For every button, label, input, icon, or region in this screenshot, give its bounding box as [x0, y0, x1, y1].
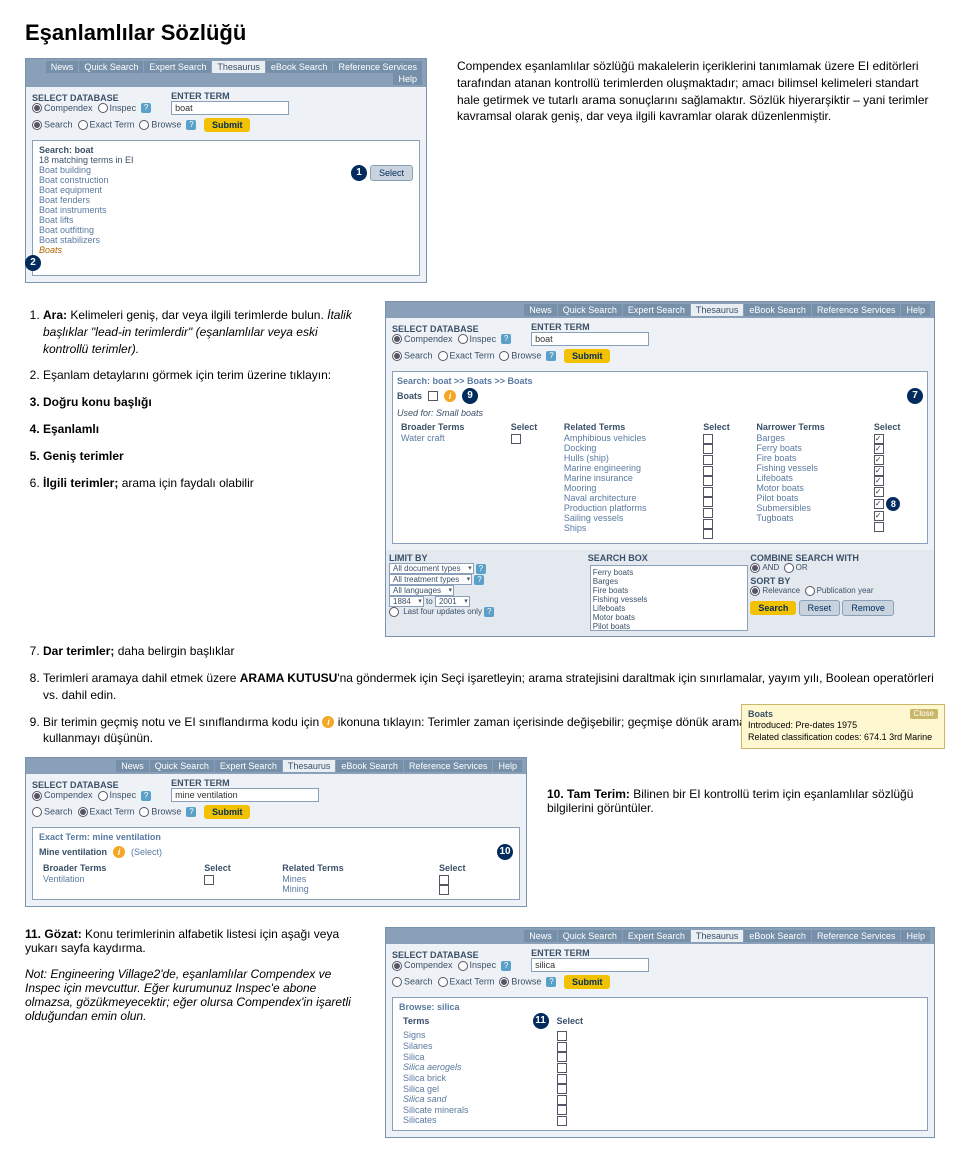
search-header: Search: boat — [39, 145, 94, 155]
remove-button[interactable]: Remove — [842, 600, 894, 616]
treatment-select[interactable]: All treatment types — [389, 574, 472, 585]
list-item: Ara: Kelimeleri geniş, dar veya ilgili t… — [43, 307, 365, 357]
result-item[interactable]: Boat instruments — [39, 205, 109, 215]
radio-inspec[interactable] — [98, 103, 108, 113]
radio-compendex[interactable] — [32, 103, 42, 113]
doc-type-select[interactable]: All document types — [389, 563, 474, 574]
search-button[interactable]: Search — [750, 601, 796, 615]
nav-thesaurus[interactable]: Thesaurus — [212, 61, 265, 73]
lang-select[interactable]: All languages — [389, 585, 454, 596]
close-button[interactable]: Close — [910, 709, 938, 719]
search-header: Search: boat >> Boats >> Boats — [397, 376, 923, 386]
callout-8: 8 — [886, 497, 900, 511]
info-icon[interactable]: i — [113, 846, 125, 858]
item-11-text: 11. Gözat: Konu terimlerinin alfabetik l… — [25, 927, 365, 955]
result-item[interactable]: Boat equipment — [39, 185, 109, 195]
reset-button[interactable]: Reset — [799, 600, 841, 616]
screenshot-2: NewsQuick SearchExpert SearchThesauruseB… — [385, 301, 935, 637]
callout-7: 7 — [907, 388, 923, 404]
enter-term-label: ENTER TERM — [171, 91, 289, 101]
radio-search[interactable] — [32, 120, 42, 130]
search-box[interactable]: Ferry boats Barges Fire boats Fishing ve… — [590, 565, 749, 631]
nav-help[interactable]: Help — [393, 73, 422, 85]
result-item[interactable]: Boat lifts — [39, 215, 109, 225]
instruction-list-2: Dar terimler; daha belirgin başlıklar Te… — [25, 643, 935, 747]
submit-button[interactable]: Submit — [204, 118, 251, 132]
callout-2: 2 — [25, 255, 41, 271]
results-list: Search: boat 18 matching terms in EI Boa… — [32, 140, 420, 276]
result-item[interactable]: Boat fenders — [39, 195, 109, 205]
list-item: Dar terimler; daha belirgin başlıklar — [43, 643, 935, 660]
item-10-text: 10. Tam Terim: Bilinen bir EI kontrollü … — [547, 787, 935, 815]
nav-ebook[interactable]: eBook Search — [266, 61, 333, 73]
term-input[interactable]: boat — [171, 101, 289, 115]
nav-news[interactable]: News — [46, 61, 79, 73]
term-input[interactable]: boat — [531, 332, 649, 346]
instruction-list: Ara: Kelimeleri geniş, dar veya ilgili t… — [25, 307, 365, 491]
list-item: İlgili terimler; arama için faydalı olab… — [43, 475, 365, 492]
list-item: Terimleri aramaya dahil etmek üzere ARAM… — [43, 670, 935, 704]
nav-expert[interactable]: Expert Search — [144, 61, 211, 73]
result-item[interactable]: Boat stabilizers — [39, 235, 109, 245]
callout-10: 10 — [497, 844, 513, 860]
submit-button[interactable]: Submit — [204, 805, 251, 819]
callout-1: 1 — [351, 165, 367, 181]
term-input[interactable]: mine ventilation — [171, 788, 319, 802]
screenshot-4: NewsQuick SearchExpert SearchThesauruseB… — [385, 927, 935, 1138]
result-item[interactable]: Boat building — [39, 165, 109, 175]
radio-exact[interactable] — [78, 120, 88, 130]
nav-bar: NewsQuick SearchExpert SearchThesauruseB… — [386, 302, 934, 318]
submit-button[interactable]: Submit — [564, 349, 611, 363]
result-item[interactable]: Boat construction — [39, 175, 109, 185]
nav-bar: NewsQuick SearchExpert SearchThesauruseB… — [26, 758, 526, 774]
help-icon[interactable]: ? — [141, 103, 151, 113]
term-input[interactable]: silica — [531, 958, 649, 972]
callout-11: 11 — [533, 1013, 549, 1029]
screenshot-3: NewsQuick SearchExpert SearchThesauruseB… — [25, 757, 527, 907]
note-text: Not: Engineering Village2'de, eşanlamlıl… — [25, 967, 365, 1023]
list-item: Eşanlam detaylarını görmek için terim üz… — [43, 367, 365, 384]
result-item[interactable]: Boats — [39, 245, 109, 255]
page-title: Eşanlamlılar Sözlüğü — [25, 20, 935, 46]
select-db-label: SELECT DATABASE — [32, 93, 151, 103]
screenshot-1: NewsQuick SearchExpert SearchThesauruseB… — [25, 58, 427, 283]
result-item[interactable]: Boat outfitting — [39, 225, 109, 235]
list-item: Doğru konu başlığı — [43, 394, 365, 411]
nav-bar: NewsQuick SearchExpert SearchThesauruseB… — [26, 59, 426, 87]
nav-bar: NewsQuick SearchExpert SearchThesauruseB… — [386, 928, 934, 944]
info-icon[interactable]: i — [322, 716, 334, 728]
submit-button[interactable]: Submit — [564, 975, 611, 989]
info-icon[interactable]: i — [444, 390, 456, 402]
intro-paragraph: Compendex eşanlamlılar sözlüğü makaleler… — [457, 58, 935, 125]
help-icon[interactable]: ? — [186, 120, 196, 130]
history-tooltip: Close Boats Introduced: Pre-dates 1975 R… — [741, 704, 945, 749]
nav-quick[interactable]: Quick Search — [79, 61, 143, 73]
list-item: Bir terimin geçmiş notu ve EI sınıflandı… — [43, 714, 935, 748]
browse-header: Browse: silica — [399, 1002, 921, 1012]
callout-9: 9 — [462, 388, 478, 404]
select-button[interactable]: Select — [370, 165, 413, 181]
list-item: Geniş terimler — [43, 448, 365, 465]
radio-browse[interactable] — [139, 120, 149, 130]
list-item: Eşanlamlı — [43, 421, 365, 438]
nav-ref[interactable]: Reference Services — [333, 61, 422, 73]
